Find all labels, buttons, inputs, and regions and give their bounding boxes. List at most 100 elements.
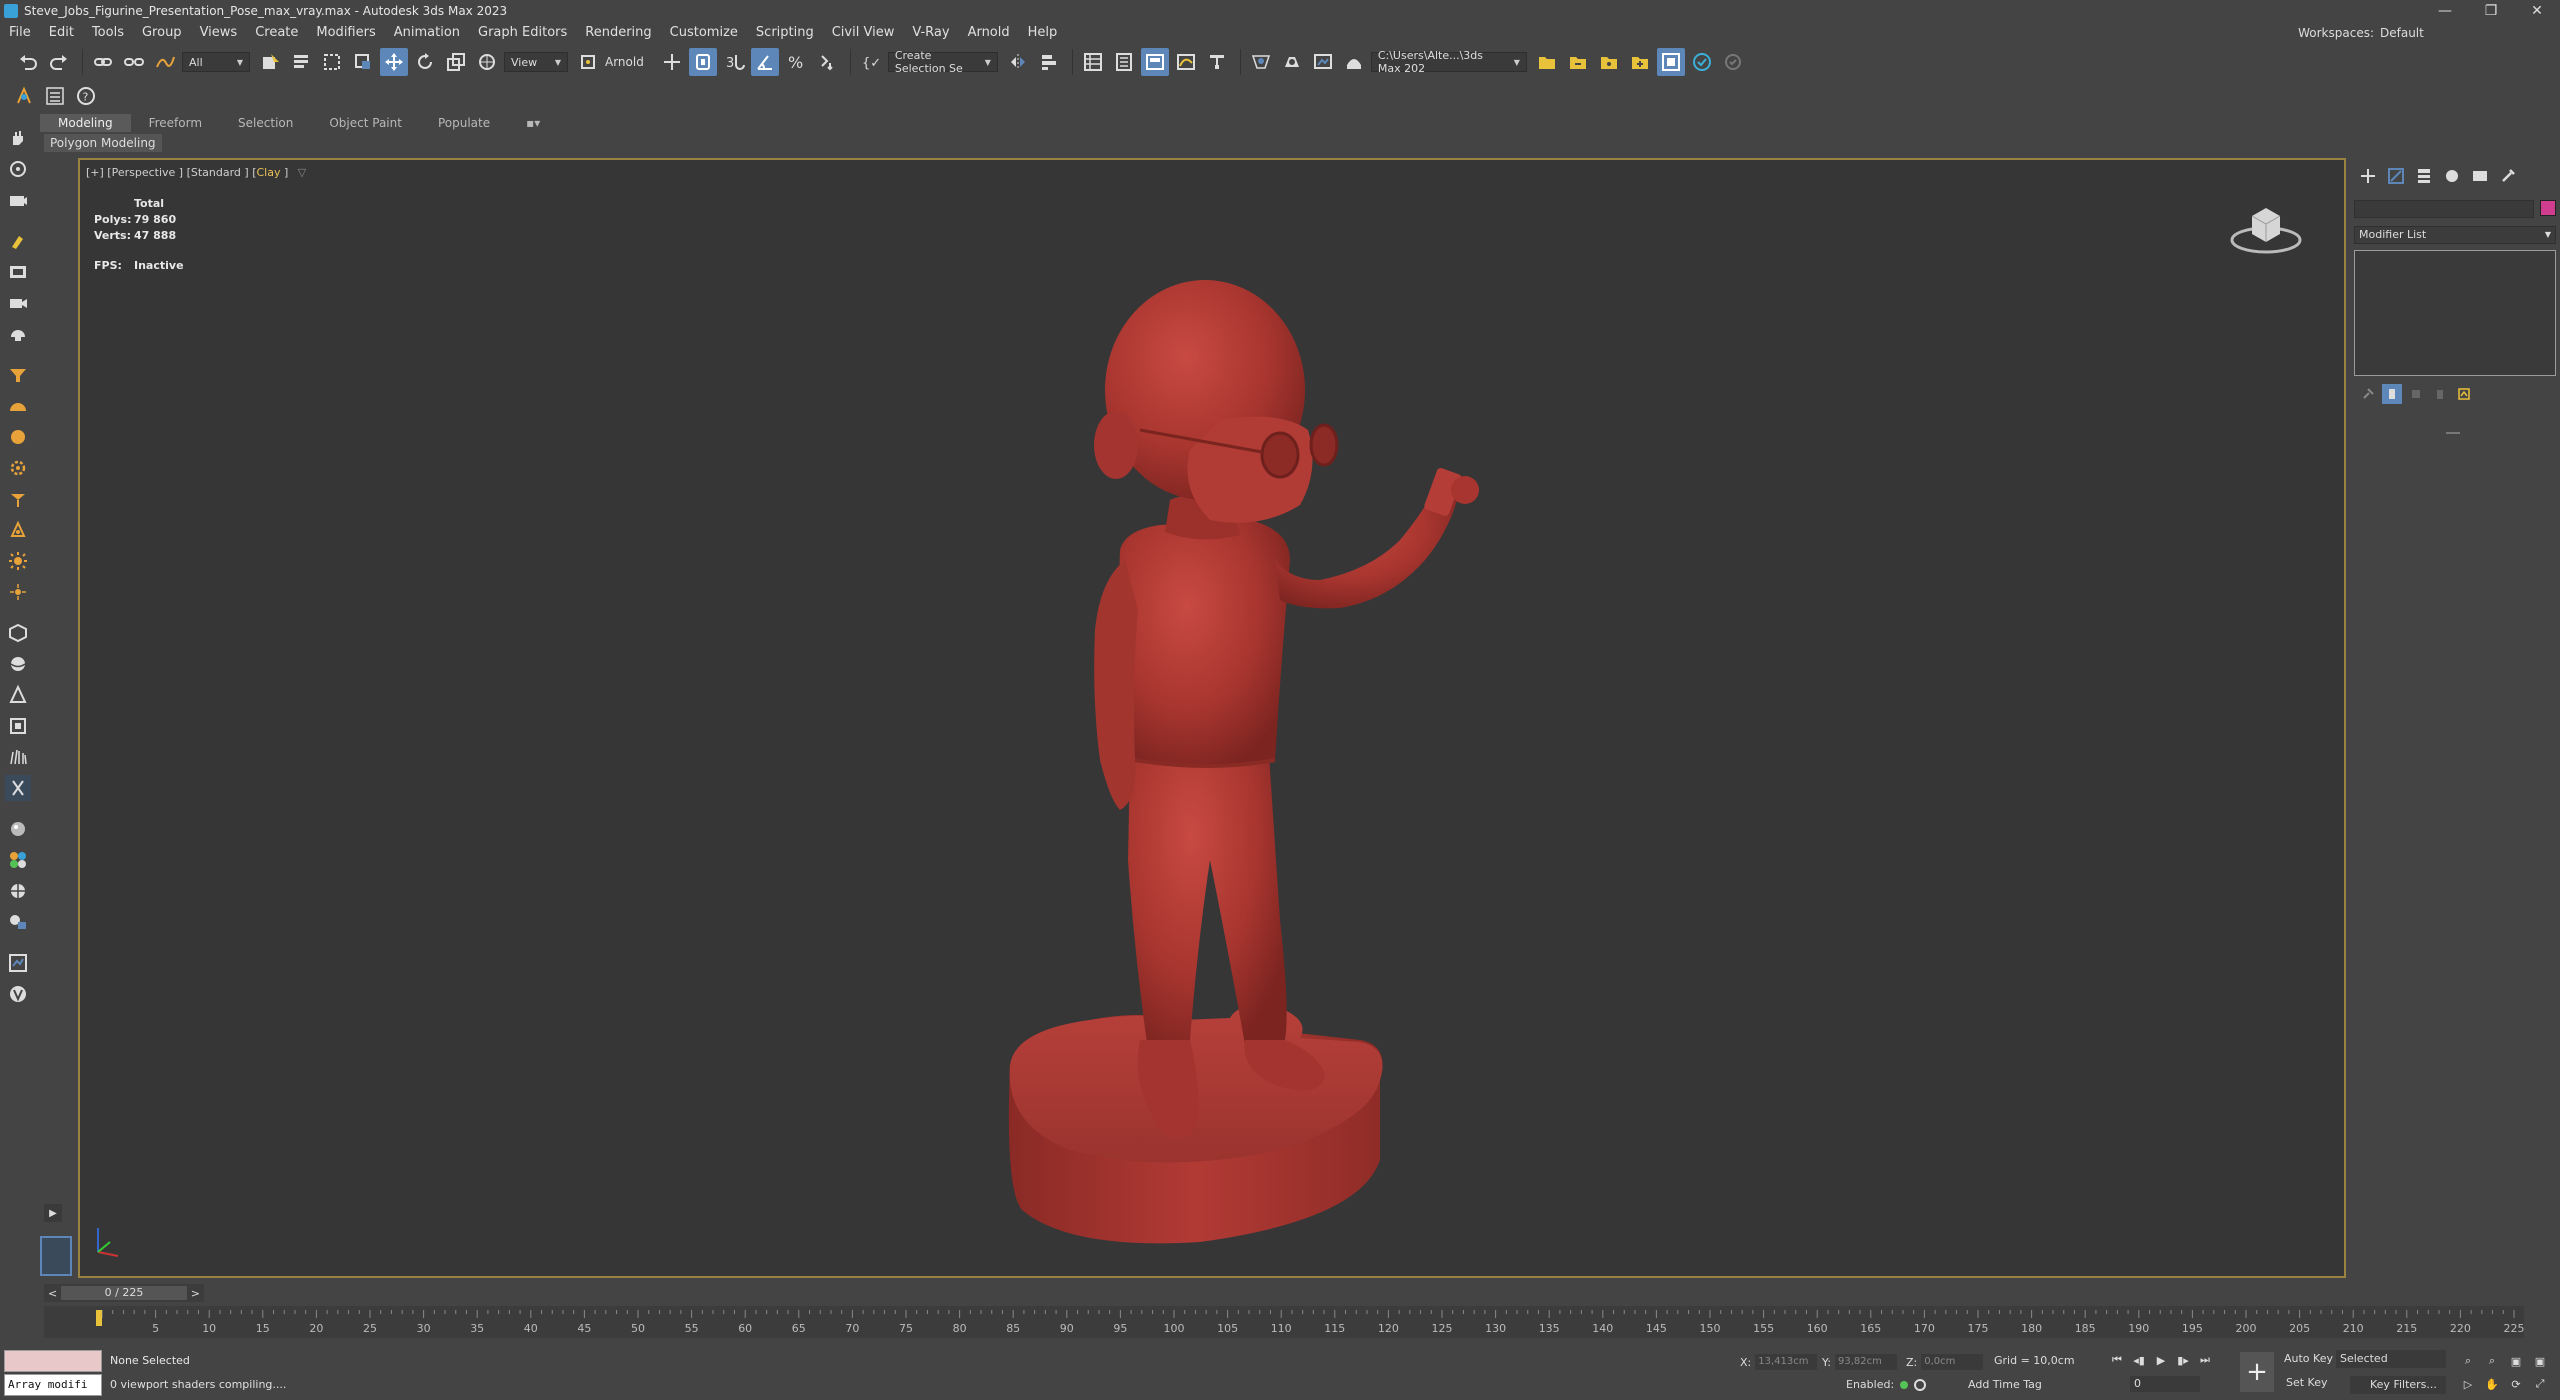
- cube-frame-icon[interactable]: [5, 713, 31, 739]
- play-icon[interactable]: ▶: [2150, 1350, 2172, 1370]
- restore-button[interactable]: ❐: [2468, 0, 2514, 22]
- rect-selection-region-icon[interactable]: [318, 48, 346, 76]
- show-end-result-icon[interactable]: [2382, 384, 2402, 404]
- modifier-list-dropdown[interactable]: Modifier List ▼: [2354, 226, 2556, 244]
- vray-toolbar-toggle-icon[interactable]: [1656, 48, 1685, 76]
- link-icon[interactable]: [89, 48, 117, 76]
- ies-light-icon[interactable]: [5, 486, 31, 512]
- pivot-center-icon[interactable]: [574, 48, 602, 76]
- film-icon[interactable]: [5, 259, 31, 285]
- previous-frame-icon[interactable]: ◂▮: [2128, 1350, 2150, 1370]
- pin-stack-icon[interactable]: [2358, 384, 2378, 404]
- list-view-icon[interactable]: [41, 82, 69, 110]
- open-folder-icon[interactable]: [1564, 48, 1592, 76]
- object-color-swatch[interactable]: [2540, 200, 2556, 216]
- configure-modifier-sets-icon[interactable]: [2454, 384, 2474, 404]
- window-crossing-icon[interactable]: [349, 48, 377, 76]
- vray-logo-icon[interactable]: [5, 981, 31, 1007]
- clipper-icon[interactable]: [5, 775, 31, 801]
- degradation-toggle-icon[interactable]: [1914, 1378, 1927, 1391]
- sun-icon[interactable]: [5, 548, 31, 574]
- undo-icon[interactable]: [14, 48, 42, 76]
- align-icon[interactable]: [1035, 48, 1063, 76]
- time-slider-prev[interactable]: <: [48, 1287, 57, 1300]
- viewcube-icon[interactable]: [2226, 196, 2306, 256]
- workspace-selector[interactable]: Workspaces: Default: [2298, 22, 2490, 44]
- key-filters-button[interactable]: Key Filters...: [2350, 1376, 2446, 1394]
- zoom-all-icon[interactable]: ⌕: [2481, 1351, 2503, 1371]
- ribbon-options-icon[interactable]: ▪▾: [508, 114, 558, 132]
- keyboard-shortcut-override-icon[interactable]: [688, 48, 717, 76]
- render-setup-icon[interactable]: [1278, 48, 1306, 76]
- tab-selection[interactable]: Selection: [220, 114, 311, 132]
- display-tab-icon[interactable]: [2466, 164, 2494, 188]
- key-mode-dropdown[interactable]: Selected: [2336, 1350, 2446, 1368]
- unlink-icon[interactable]: [120, 48, 148, 76]
- named-selection-dropdown[interactable]: Create Selection Se ▼: [887, 49, 998, 75]
- menu-rendering[interactable]: Rendering: [576, 22, 660, 44]
- sphere-icon[interactable]: [5, 651, 31, 677]
- add-time-tag[interactable]: Add Time Tag: [1968, 1378, 2042, 1391]
- help-icon[interactable]: ?: [72, 82, 100, 110]
- spot-light-icon[interactable]: [5, 362, 31, 388]
- track-bar[interactable]: 5 10 15 20 25 30 35 40 45 50 55 60 65 70 75 80 85 90 95 100…: [44, 1306, 2525, 1338]
- maximize-viewport-icon[interactable]: ⤢: [2529, 1374, 2551, 1394]
- modifier-stack[interactable]: [2354, 250, 2556, 376]
- utilities-tab-icon[interactable]: [2494, 164, 2522, 188]
- spinner-snap-icon[interactable]: [813, 48, 841, 76]
- track-bar-ruler[interactable]: 5 10 15 20 25 30 35 40 45 50 55 60 65 70 75 80 85 90 95 100…: [44, 1306, 2525, 1338]
- sphere-light-icon[interactable]: [5, 424, 31, 450]
- selection-filter-dropdown[interactable]: All ▼: [182, 52, 250, 72]
- redo-icon[interactable]: [45, 48, 73, 76]
- sync-icon[interactable]: [1719, 48, 1747, 76]
- maxscript-listener-mini[interactable]: [4, 1350, 102, 1372]
- camera-icon[interactable]: [5, 187, 31, 213]
- polygon-modeling-panel[interactable]: Polygon Modeling: [44, 134, 162, 152]
- create-tab-icon[interactable]: [2354, 164, 2382, 188]
- hand-icon[interactable]: [5, 125, 31, 151]
- menu-animation[interactable]: Animation: [385, 22, 469, 44]
- percent-snap-icon[interactable]: %: [782, 48, 810, 76]
- z-value[interactable]: 0,0cm: [1921, 1354, 1984, 1370]
- edit-named-selection-icon[interactable]: {✓: [857, 48, 885, 76]
- viewport-layout-tab[interactable]: [40, 1236, 72, 1276]
- snap-toggle-icon[interactable]: 3: [720, 48, 748, 76]
- texture-icon[interactable]: [5, 878, 31, 904]
- object-name-field[interactable]: [2354, 200, 2534, 218]
- select-manipulate-icon[interactable]: [658, 48, 686, 76]
- select-object-icon[interactable]: [256, 48, 284, 76]
- figurine-model[interactable]: [80, 160, 2346, 1278]
- menu-help[interactable]: Help: [1019, 22, 1067, 44]
- minimize-button[interactable]: —: [2422, 0, 2468, 22]
- video-camera-icon[interactable]: [5, 290, 31, 316]
- menu-tools[interactable]: Tools: [83, 22, 133, 44]
- project-settings-icon[interactable]: [1595, 48, 1623, 76]
- next-frame-icon[interactable]: ▮▸: [2172, 1350, 2194, 1370]
- dome-icon[interactable]: [5, 393, 31, 419]
- menu-graph-editors[interactable]: Graph Editors: [469, 22, 576, 44]
- menu-edit[interactable]: Edit: [40, 22, 83, 44]
- menu-modifiers[interactable]: Modifiers: [307, 22, 384, 44]
- make-unique-icon[interactable]: [2406, 384, 2426, 404]
- sun-gear-icon[interactable]: [5, 455, 31, 481]
- zoom-extents-all-icon[interactable]: ▣: [2529, 1351, 2551, 1371]
- menu-customize[interactable]: Customize: [661, 22, 747, 44]
- workspace-value[interactable]: Default: [2380, 26, 2490, 40]
- material-editor-icon[interactable]: [1247, 48, 1275, 76]
- filter-icon[interactable]: ▽: [298, 166, 306, 179]
- zoom-extents-icon[interactable]: ▣: [2505, 1351, 2527, 1371]
- scene-explorer-icon[interactable]: [1079, 48, 1107, 76]
- menu-views[interactable]: Views: [191, 22, 247, 44]
- current-frame-field[interactable]: 0: [2130, 1376, 2200, 1392]
- menu-vray[interactable]: V-Ray: [903, 22, 958, 44]
- multi-material-icon[interactable]: [5, 847, 31, 873]
- select-and-scale-icon[interactable]: [442, 48, 470, 76]
- set-key-button[interactable]: Set Key: [2286, 1376, 2328, 1389]
- select-and-place-icon[interactable]: [473, 48, 501, 76]
- tab-populate[interactable]: Populate: [420, 114, 508, 132]
- angle-snap-icon[interactable]: [750, 48, 779, 76]
- interactive-icon[interactable]: [10, 82, 38, 110]
- motion-tab-icon[interactable]: [2438, 164, 2466, 188]
- orbit-icon[interactable]: [5, 156, 31, 182]
- menu-group[interactable]: Group: [133, 22, 191, 44]
